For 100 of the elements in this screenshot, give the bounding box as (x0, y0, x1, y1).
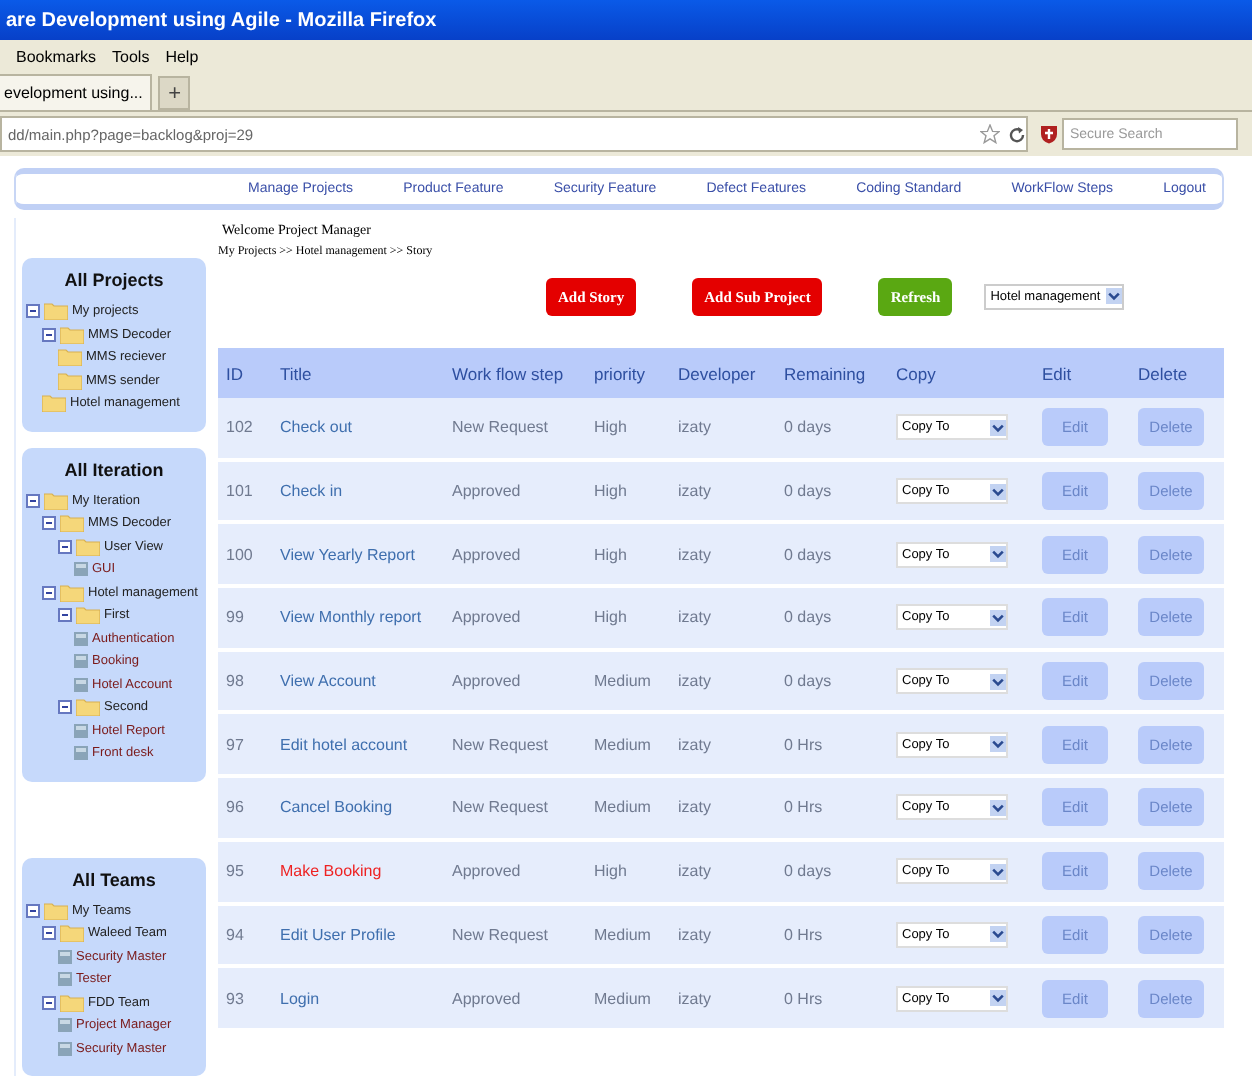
table-cell-text: Medium (594, 798, 653, 817)
story-link[interactable]: Check in (280, 482, 452, 501)
menu-item[interactable]: Tools (112, 47, 150, 65)
folder-icon (44, 901, 68, 920)
table-cell-text: 0 Hrs (784, 989, 825, 1008)
column-header: Title (280, 363, 314, 383)
table-cell-text: 0 Hrs (784, 925, 825, 944)
dropdown-arrow-icon (990, 483, 1006, 500)
folder-icon (76, 698, 100, 717)
document-icon (74, 723, 88, 738)
reload-icon[interactable] (1008, 125, 1026, 143)
document-icon (58, 949, 72, 964)
story-link[interactable]: View Yearly Report (280, 545, 452, 564)
table-cell-text: izaty (678, 925, 713, 944)
menu-item[interactable]: Help (165, 47, 199, 65)
dropdown-arrow-icon (990, 863, 1006, 880)
table-cell-text: izaty (678, 735, 713, 754)
document-icon (74, 654, 88, 669)
dropdown-arrow-icon (990, 419, 1006, 436)
table-cell-text: izaty (678, 989, 713, 1008)
table-cell-text: 93 (226, 989, 246, 1008)
document-icon (58, 972, 72, 987)
folder-icon (60, 514, 84, 533)
column-header: ID (226, 363, 245, 383)
story-link[interactable]: Login (280, 989, 452, 1008)
dropdown-arrow-icon (990, 673, 1006, 690)
dropdown-arrow-icon (990, 799, 1006, 816)
table-cell-text: Approved (452, 862, 523, 881)
collapse-icon[interactable] (58, 608, 72, 623)
folder-icon (76, 537, 100, 556)
document-icon (58, 1018, 72, 1033)
collapse-icon[interactable] (58, 539, 72, 554)
collapse-icon[interactable] (26, 304, 40, 319)
table-cell-text: 0 Hrs (784, 735, 825, 754)
window-title: are Development using Agile - Mozilla Firefox (4, 9, 437, 31)
document-icon (74, 677, 88, 692)
table-cell-text: izaty (678, 862, 713, 881)
new-tab-button[interactable]: + (158, 76, 191, 110)
dropdown-arrow-icon (990, 990, 1006, 1007)
star-icon[interactable] (980, 124, 1000, 144)
table-cell-text: Approved (452, 608, 523, 627)
collapse-icon[interactable] (42, 926, 56, 941)
table-cell-text: Medium (594, 989, 653, 1008)
table-cell-text: High (594, 608, 629, 627)
collapse-icon[interactable] (42, 327, 56, 342)
table-cell-text: 0 days (784, 418, 834, 437)
table-cell-text: New Request (452, 418, 551, 437)
story-link[interactable]: Edit User Profile (280, 925, 452, 944)
folder-icon (58, 348, 82, 367)
collapse-icon[interactable] (26, 903, 40, 918)
collapse-icon[interactable] (42, 516, 56, 531)
table-cell-text: New Request (452, 798, 551, 817)
panel-title: All Teams (70, 869, 158, 889)
document-icon (74, 746, 88, 761)
table-cell-text: izaty (678, 672, 713, 691)
document-icon (74, 631, 88, 646)
document-icon (58, 1041, 72, 1056)
story-link[interactable]: Cancel Booking (280, 798, 452, 817)
folder-icon (60, 583, 84, 602)
table-cell-text: Medium (594, 672, 653, 691)
table-cell-text: 0 days (784, 482, 834, 501)
shield-icon (1040, 124, 1058, 144)
story-link[interactable]: View Account (280, 672, 452, 691)
story-link[interactable]: Edit hotel account (280, 735, 452, 754)
folder-icon (42, 394, 66, 413)
column-header: Work flow step (452, 363, 566, 383)
folder-icon (60, 993, 84, 1012)
table-cell-text: 0 Hrs (784, 798, 825, 817)
table-cell-text: 102 (226, 418, 255, 437)
table-cell-text: 97 (226, 735, 246, 754)
dropdown-arrow-icon (990, 926, 1006, 943)
table-cell-text: New Request (452, 735, 551, 754)
folder-icon (44, 491, 68, 510)
dropdown-arrow-icon (990, 546, 1006, 563)
table-cell-text: izaty (678, 545, 713, 564)
story-link[interactable]: View Monthly report (280, 608, 452, 627)
dropdown-arrow-icon (1106, 288, 1123, 304)
folder-icon (60, 325, 84, 344)
column-header: Delete (1138, 363, 1190, 383)
folder-icon (44, 302, 68, 321)
table-cell-text: Medium (594, 735, 653, 754)
column-header: Remaining (784, 363, 868, 383)
panel-title: All Projects (62, 270, 166, 290)
panel-title: All Iteration (62, 459, 166, 479)
collapse-icon[interactable] (58, 700, 72, 715)
collapse-icon[interactable] (26, 493, 40, 508)
table-cell-text: 0 days (784, 608, 834, 627)
table-cell-text: High (594, 482, 629, 501)
menu-item[interactable]: Bookmarks (16, 47, 97, 65)
collapse-icon[interactable] (42, 585, 56, 600)
table-cell-text: 98 (226, 672, 246, 691)
story-link[interactable]: Check out (280, 418, 452, 437)
table-cell-text: High (594, 545, 629, 564)
table-cell-text: 99 (226, 608, 246, 627)
collapse-icon[interactable] (42, 995, 56, 1010)
column-header: priority (594, 363, 648, 383)
browser-tab[interactable]: evelopment using... (0, 74, 153, 110)
story-link[interactable]: Make Booking (280, 862, 452, 881)
dropdown-arrow-icon (990, 736, 1006, 753)
table-cell-text: 0 days (784, 862, 834, 881)
